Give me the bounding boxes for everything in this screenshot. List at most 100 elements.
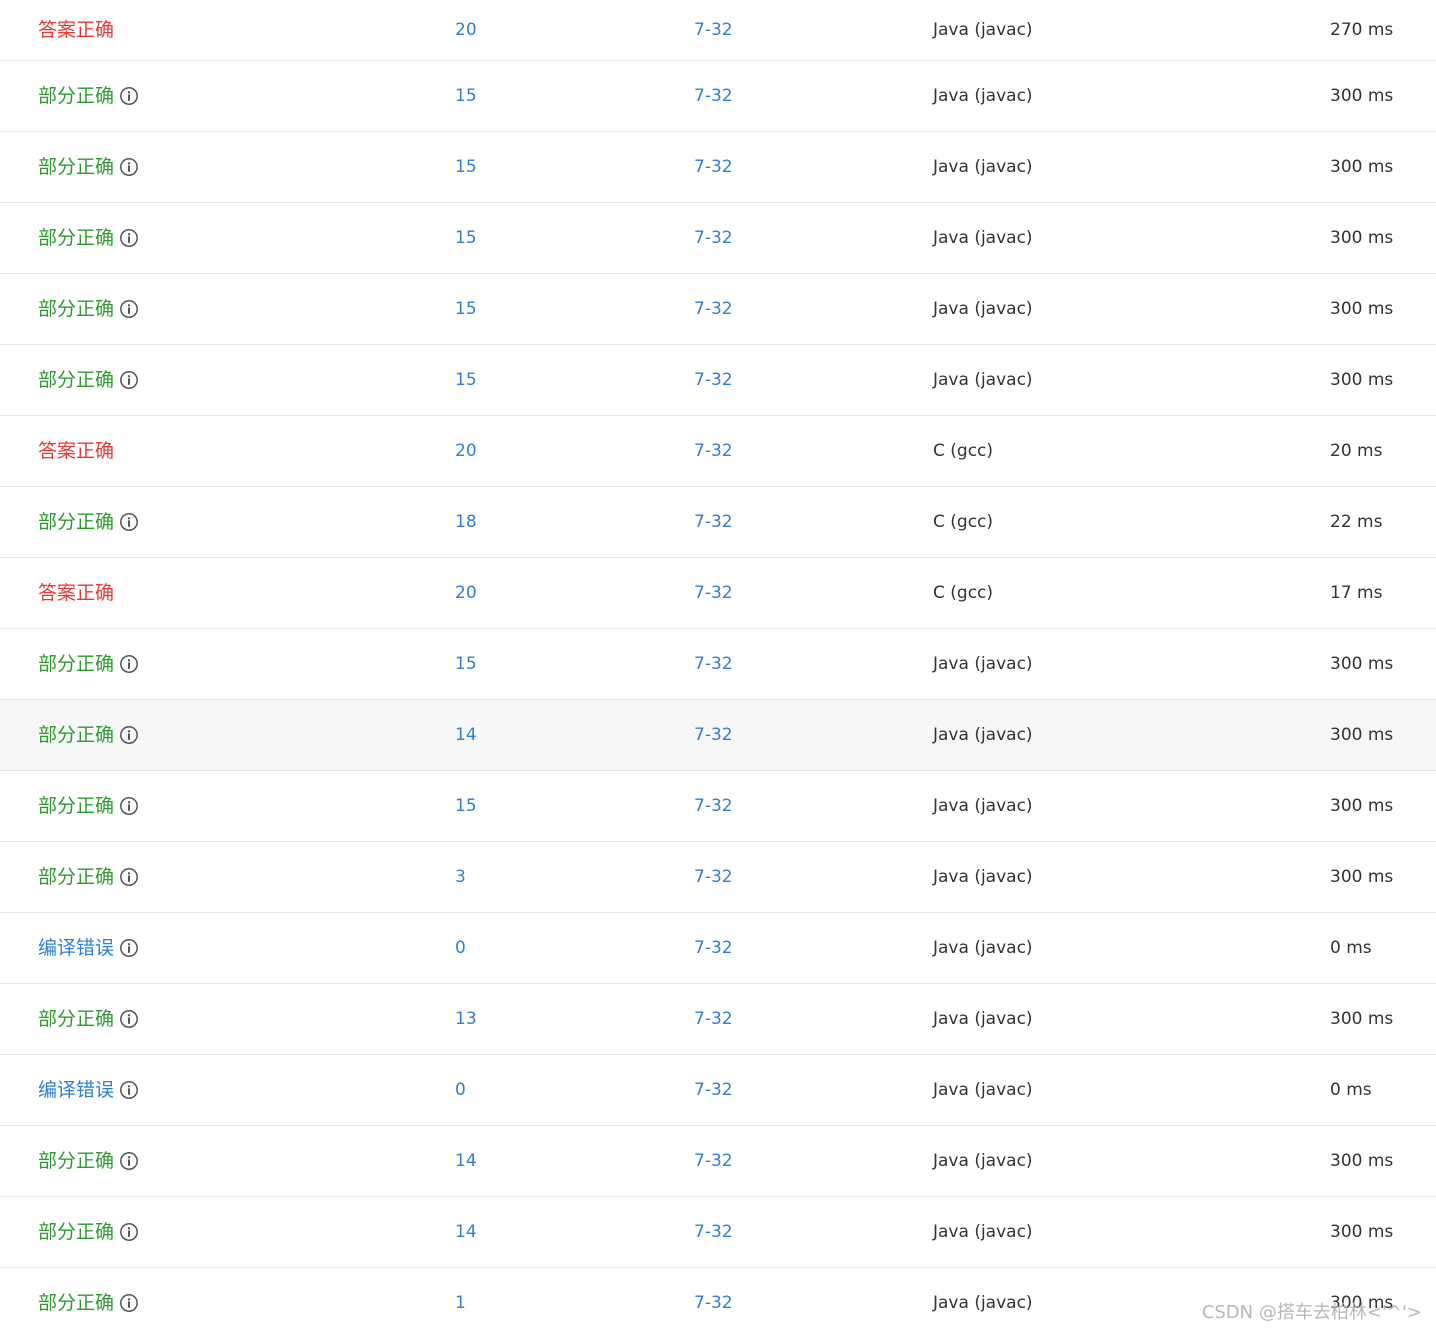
status-cell: 编译错误 xyxy=(38,1079,139,1101)
problem-link[interactable]: 7-32 xyxy=(694,795,733,817)
problem-link[interactable]: 7-32 xyxy=(694,937,733,959)
info-circle-icon[interactable] xyxy=(119,938,139,958)
score-link[interactable]: 15 xyxy=(455,85,477,107)
problem-link[interactable]: 7-32 xyxy=(694,1008,733,1030)
time-cell: 300 ms xyxy=(1330,867,1394,887)
status-cell: 部分正确 xyxy=(38,227,139,249)
status-cell: 编译错误 xyxy=(38,937,139,959)
info-circle-icon[interactable] xyxy=(119,1080,139,1100)
status-label: 部分正确 xyxy=(38,724,115,746)
status-label: 部分正确 xyxy=(38,85,115,107)
score-link[interactable]: 15 xyxy=(455,795,477,817)
problem-link[interactable]: 7-32 xyxy=(694,511,733,533)
language-cell: Java (javac) xyxy=(933,725,1033,745)
info-circle-icon[interactable] xyxy=(119,654,139,674)
score-link[interactable]: 15 xyxy=(455,227,477,249)
info-circle-icon[interactable] xyxy=(119,512,139,532)
table-row: 编译错误 0 7-32 Java (javac) 0 ms xyxy=(0,913,1436,984)
problem-link[interactable]: 7-32 xyxy=(694,156,733,178)
status-label: 部分正确 xyxy=(38,795,115,817)
score-link[interactable]: 13 xyxy=(455,1008,477,1030)
score-link[interactable]: 14 xyxy=(455,1150,477,1172)
info-circle-icon[interactable] xyxy=(119,370,139,390)
language-cell: Java (javac) xyxy=(933,157,1033,177)
table-row: 部分正确 14 7-32 Java (javac) 300 ms xyxy=(0,700,1436,771)
language-cell: Java (javac) xyxy=(933,1222,1033,1242)
table-row: 答案正确 20 7-32 Java (javac) 270 ms xyxy=(0,0,1436,61)
time-cell: 22 ms xyxy=(1330,512,1383,532)
time-cell: 0 ms xyxy=(1330,938,1372,958)
language-cell: Java (javac) xyxy=(933,86,1033,106)
status-label: 答案正确 xyxy=(38,19,115,41)
score-link[interactable]: 3 xyxy=(455,866,466,888)
problem-link[interactable]: 7-32 xyxy=(694,1292,733,1314)
status-label: 部分正确 xyxy=(38,227,115,249)
status-cell: 部分正确 xyxy=(38,298,139,320)
language-cell: Java (javac) xyxy=(933,370,1033,390)
table-row: 部分正确 13 7-32 Java (javac) 300 ms xyxy=(0,984,1436,1055)
problem-link[interactable]: 7-32 xyxy=(694,298,733,320)
status-label: 部分正确 xyxy=(38,653,115,675)
score-link[interactable]: 1 xyxy=(455,1292,466,1314)
problem-link[interactable]: 7-32 xyxy=(694,369,733,391)
info-circle-icon[interactable] xyxy=(119,796,139,816)
status-label: 部分正确 xyxy=(38,511,115,533)
problem-link[interactable]: 7-32 xyxy=(694,85,733,107)
score-link[interactable]: 14 xyxy=(455,724,477,746)
problem-link[interactable]: 7-32 xyxy=(694,19,733,41)
info-circle-icon[interactable] xyxy=(119,86,139,106)
info-circle-icon[interactable] xyxy=(119,1293,139,1313)
status-cell: 部分正确 xyxy=(38,1150,139,1172)
score-link[interactable]: 20 xyxy=(455,19,477,41)
info-circle-icon[interactable] xyxy=(119,1222,139,1242)
score-link[interactable]: 0 xyxy=(455,1079,466,1101)
language-cell: Java (javac) xyxy=(933,20,1033,40)
status-label: 部分正确 xyxy=(38,1150,115,1172)
language-cell: C (gcc) xyxy=(933,512,994,532)
problem-link[interactable]: 7-32 xyxy=(694,1150,733,1172)
problem-link[interactable]: 7-32 xyxy=(694,227,733,249)
table-row: 部分正确 15 7-32 Java (javac) 300 ms xyxy=(0,203,1436,274)
time-cell: 300 ms xyxy=(1330,1222,1394,1242)
status-label: 部分正确 xyxy=(38,866,115,888)
score-link[interactable]: 15 xyxy=(455,653,477,675)
info-circle-icon[interactable] xyxy=(119,228,139,248)
problem-link[interactable]: 7-32 xyxy=(694,582,733,604)
csdn-watermark: CSDN @搭车去柏林<'^'> xyxy=(1201,1302,1422,1323)
language-cell: C (gcc) xyxy=(933,441,994,461)
status-label: 编译错误 xyxy=(38,937,115,959)
time-cell: 300 ms xyxy=(1330,157,1394,177)
score-link[interactable]: 20 xyxy=(455,582,477,604)
score-link[interactable]: 15 xyxy=(455,369,477,391)
time-cell: 300 ms xyxy=(1330,1009,1394,1029)
info-circle-icon[interactable] xyxy=(119,1009,139,1029)
score-link[interactable]: 15 xyxy=(455,156,477,178)
status-cell: 部分正确 xyxy=(38,1008,139,1030)
info-circle-icon[interactable] xyxy=(119,299,139,319)
problem-link[interactable]: 7-32 xyxy=(694,724,733,746)
problem-link[interactable]: 7-32 xyxy=(694,866,733,888)
score-link[interactable]: 18 xyxy=(455,511,477,533)
score-link[interactable]: 0 xyxy=(455,937,466,959)
status-label: 编译错误 xyxy=(38,1079,115,1101)
score-link[interactable]: 15 xyxy=(455,298,477,320)
status-label: 部分正确 xyxy=(38,156,115,178)
info-circle-icon[interactable] xyxy=(119,725,139,745)
problem-link[interactable]: 7-32 xyxy=(694,1079,733,1101)
problem-link[interactable]: 7-32 xyxy=(694,653,733,675)
status-label: 答案正确 xyxy=(38,440,115,462)
info-circle-icon[interactable] xyxy=(119,157,139,177)
info-circle-icon[interactable] xyxy=(119,867,139,887)
table-row: 部分正确 15 7-32 Java (javac) 300 ms xyxy=(0,345,1436,416)
table-row: 部分正确 15 7-32 Java (javac) 300 ms xyxy=(0,61,1436,132)
language-cell: C (gcc) xyxy=(933,583,994,603)
info-circle-icon[interactable] xyxy=(119,1151,139,1171)
time-cell: 300 ms xyxy=(1330,299,1394,319)
score-link[interactable]: 20 xyxy=(455,440,477,462)
score-link[interactable]: 14 xyxy=(455,1221,477,1243)
problem-link[interactable]: 7-32 xyxy=(694,440,733,462)
problem-link[interactable]: 7-32 xyxy=(694,1221,733,1243)
status-cell: 部分正确 xyxy=(38,511,139,533)
language-cell: Java (javac) xyxy=(933,654,1033,674)
status-cell: 部分正确 xyxy=(38,85,139,107)
